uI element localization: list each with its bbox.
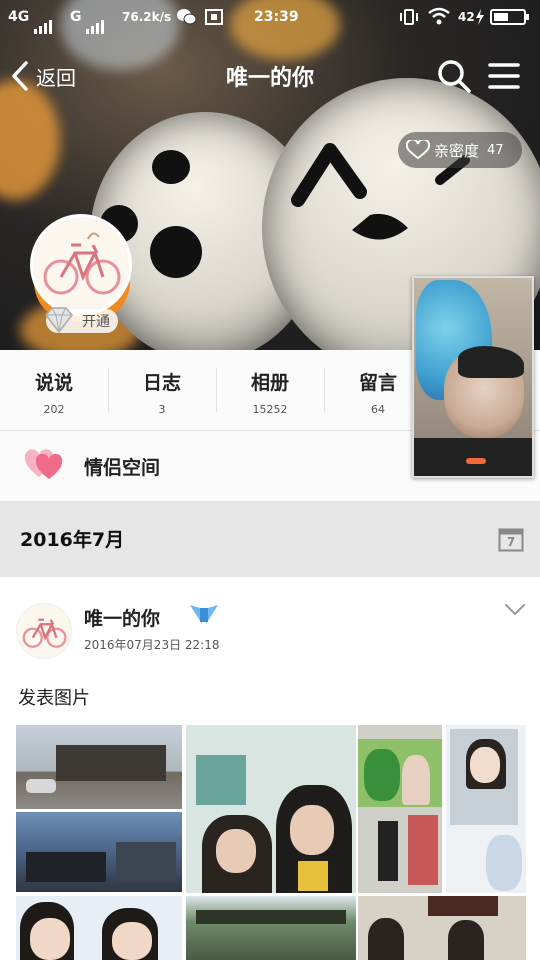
stat-count: 15252 xyxy=(252,403,288,416)
title-bar: 返回 唯一的你 xyxy=(0,44,540,108)
month-label: 2016年7月 xyxy=(20,529,125,551)
charging-icon xyxy=(474,8,486,30)
intimacy-value: 47 xyxy=(487,142,504,158)
search-icon xyxy=(438,60,471,93)
stat-posts[interactable]: 说说 202 xyxy=(0,350,108,430)
calendar-day: 7 xyxy=(506,535,516,549)
stat-albums[interactable]: 相册 15252 xyxy=(216,350,324,430)
wifi-icon xyxy=(428,7,450,29)
couple-space-label: 情侣空间 xyxy=(84,457,161,479)
photo-thumbnail[interactable] xyxy=(446,725,526,893)
diamond-icon xyxy=(45,307,73,334)
network-type-secondary: G xyxy=(70,9,82,25)
calendar-button[interactable]: 7 xyxy=(498,526,524,552)
stat-label: 说说 xyxy=(34,372,73,394)
photo-thumbnail[interactable] xyxy=(16,812,182,892)
network-type-primary: 4G xyxy=(8,9,30,25)
photo-thumbnail[interactable] xyxy=(186,896,356,960)
month-header: 2016年7月 xyxy=(0,501,540,577)
menu-button[interactable] xyxy=(486,58,522,94)
intimacy-badge[interactable]: 亲密度 47 xyxy=(398,132,522,168)
photo-thumbnail[interactable] xyxy=(358,896,526,960)
post-text: 发表图片 xyxy=(18,688,90,709)
photo-thumbnail[interactable] xyxy=(16,896,182,960)
open-badge-label: 开通 xyxy=(82,314,110,330)
floating-photo[interactable] xyxy=(412,276,534,478)
stat-blog[interactable]: 日志 3 xyxy=(108,350,216,430)
battery-percent: 42 xyxy=(458,10,475,24)
open-vip-badge[interactable]: 开通 xyxy=(45,307,118,334)
screenshot-icon xyxy=(204,8,224,30)
photo-thumbnail[interactable] xyxy=(16,725,182,809)
wechat-icon xyxy=(176,8,197,30)
stat-count: 3 xyxy=(158,403,166,416)
stat-count: 202 xyxy=(43,403,65,416)
bicycle-icon xyxy=(43,232,121,295)
post-avatar[interactable] xyxy=(16,603,72,659)
clock: 23:39 xyxy=(254,9,299,25)
post-author[interactable]: 唯一的你 xyxy=(84,604,160,631)
stat-label: 相册 xyxy=(250,372,289,394)
stat-label: 日志 xyxy=(142,372,181,394)
chevron-down-icon[interactable] xyxy=(504,602,526,618)
avatar[interactable] xyxy=(30,214,132,316)
photo-thumbnail[interactable] xyxy=(186,725,356,893)
vip-wings-icon[interactable] xyxy=(188,602,220,628)
post-timestamp: 2016年07月23日 22:18 xyxy=(84,638,220,652)
heart-outline-icon xyxy=(406,140,430,160)
bicycle-icon xyxy=(22,618,67,648)
network-speed: 76.2k/s xyxy=(122,10,172,24)
search-button[interactable] xyxy=(436,58,472,94)
battery-icon xyxy=(490,8,530,30)
status-bar: 4G G 76.2k/s 23:39 42 xyxy=(0,0,540,34)
couple-hearts-icon xyxy=(24,449,63,479)
menu-icon xyxy=(488,63,520,89)
intimacy-label: 亲密度 xyxy=(434,141,480,160)
vibrate-icon xyxy=(400,8,418,30)
photo-thumbnail[interactable] xyxy=(358,725,442,893)
